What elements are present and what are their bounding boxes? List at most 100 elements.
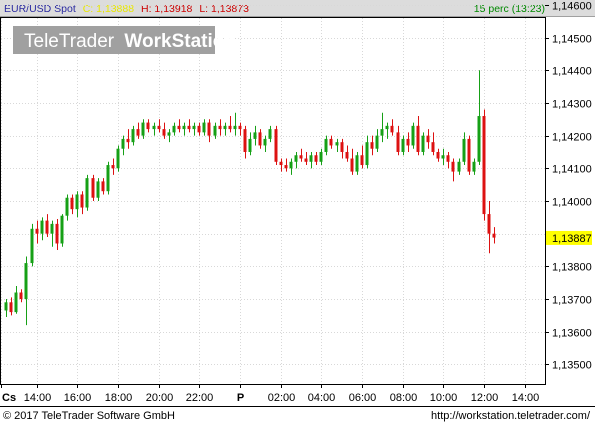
- candle-body: [172, 125, 176, 133]
- candle: [304, 151, 308, 166]
- candle-body: [141, 122, 145, 136]
- interval-label: 15 perc (13:23): [474, 3, 545, 15]
- candle: [55, 218, 59, 251]
- candle-body: [60, 215, 64, 244]
- candle: [467, 135, 471, 175]
- candle: [101, 178, 105, 195]
- candle: [390, 119, 394, 136]
- candle: [268, 125, 272, 143]
- candle-body: [390, 125, 394, 133]
- candle-body: [406, 138, 410, 146]
- candle-body: [487, 214, 491, 234]
- candle-body: [385, 125, 389, 130]
- candle-body: [421, 135, 425, 152]
- candle-body: [467, 138, 471, 172]
- x-tick-label: 08:00: [390, 392, 418, 404]
- candle: [80, 191, 84, 215]
- candle: [253, 125, 257, 146]
- candle-body: [85, 178, 89, 208]
- x-axis: Cs 14:00 16:00 18:00 20:00 22:00 P 02:00 04:00 06…: [1, 384, 539, 404]
- candle: [35, 220, 39, 244]
- candle: [60, 214, 64, 247]
- candle-body: [253, 132, 257, 139]
- candle: [177, 119, 181, 133]
- candle: [492, 227, 496, 244]
- candle-body: [248, 138, 252, 152]
- candle: [19, 289, 23, 303]
- candle-body: [4, 302, 8, 311]
- x-tick-label: 02:00: [268, 392, 296, 404]
- candle: [365, 135, 369, 169]
- candle: [233, 112, 237, 136]
- candle-body: [396, 132, 400, 152]
- candle-body: [243, 129, 247, 152]
- candle: [329, 135, 333, 149]
- candle: [350, 148, 354, 175]
- candle-body: [289, 161, 293, 169]
- candle-body: [314, 155, 318, 162]
- candle-body: [319, 151, 323, 162]
- candle: [446, 151, 450, 169]
- candle-body: [136, 129, 140, 136]
- candle: [243, 125, 247, 159]
- candle: [472, 158, 476, 175]
- candle-body: [223, 125, 227, 130]
- y-tick-label: 1,14400: [552, 66, 592, 78]
- candle-body: [279, 161, 283, 166]
- candle-body: [431, 142, 435, 152]
- candle-body: [355, 155, 359, 172]
- y-tick-label: 1,14600: [552, 1, 592, 13]
- candle-body: [274, 129, 278, 162]
- candle: [284, 158, 288, 172]
- candle-body: [80, 194, 84, 208]
- candles: [4, 70, 496, 326]
- candle-body: [121, 138, 125, 149]
- candle: [70, 194, 74, 215]
- candle-body: [268, 129, 272, 139]
- candle: [152, 122, 156, 136]
- candle: [24, 256, 28, 326]
- x-tick-label: 20:00: [146, 392, 174, 404]
- candle: [345, 145, 349, 162]
- candle-body: [177, 125, 181, 130]
- candle-body: [462, 138, 466, 162]
- candle-body: [365, 142, 369, 166]
- candle-body: [345, 151, 349, 159]
- low-label: L: 1,13873: [199, 3, 249, 15]
- candle-body: [375, 135, 379, 149]
- footer-url[interactable]: http://workstation.teletrader.com/: [431, 410, 591, 422]
- candle-body: [233, 125, 237, 130]
- candle-body: [192, 125, 196, 130]
- candle-body: [91, 178, 95, 198]
- candle-body: [197, 125, 201, 133]
- y-tick-label: 1,13500: [552, 360, 592, 372]
- candle-body: [45, 220, 49, 234]
- candle: [406, 132, 410, 152]
- candle-body: [24, 263, 28, 300]
- candle: [451, 158, 455, 182]
- candle: [223, 122, 227, 136]
- candle-body: [477, 116, 481, 162]
- candle: [162, 122, 166, 139]
- candlestick-chart: EUR/USD Spot C: 1,13888 H: 1,13918 L: 1,…: [0, 0, 595, 422]
- watermark-product: WorkStation: [124, 31, 236, 52]
- candle-body: [360, 155, 364, 166]
- candle: [482, 109, 486, 221]
- candle: [85, 174, 89, 211]
- x-tick-label: 04:00: [308, 392, 336, 404]
- candle-body: [284, 165, 288, 169]
- candle: [121, 135, 125, 156]
- candle: [431, 132, 435, 156]
- candle: [40, 217, 44, 241]
- candle-body: [207, 122, 211, 136]
- candle-body: [50, 223, 54, 234]
- candle: [421, 132, 425, 156]
- candle: [324, 135, 328, 156]
- x-tick-label: Cs: [2, 392, 16, 404]
- candle: [50, 220, 54, 247]
- x-tick-label: 14:00: [24, 392, 52, 404]
- header-info: EUR/USD Spot C: 1,13888 H: 1,13918 L: 1,…: [4, 3, 249, 15]
- candle: [416, 116, 420, 156]
- candle: [187, 119, 191, 133]
- candle-body: [299, 155, 303, 159]
